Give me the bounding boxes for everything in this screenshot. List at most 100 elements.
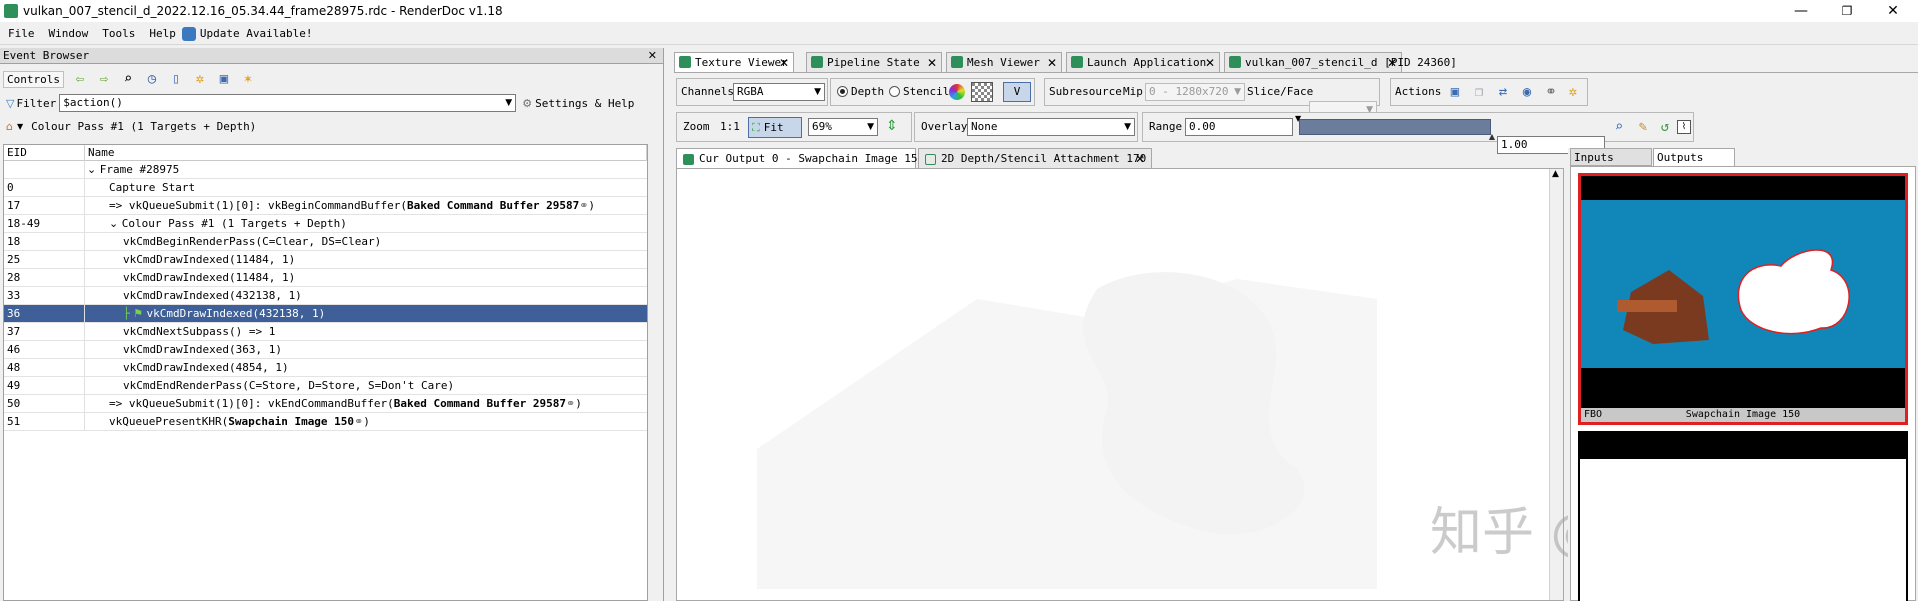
back-arrow-icon[interactable]: ⇦ [70, 69, 90, 89]
bookmark-icon[interactable]: ▯ [166, 69, 186, 89]
event-row[interactable]: 28 vkCmdDrawIndexed(11484, 1) [4, 269, 647, 287]
menu-file[interactable]: File [8, 27, 35, 40]
event-row[interactable]: 17 => vkQueueSubmit(1)[0]: vkBeginCommand… [4, 197, 647, 215]
stencil-radio[interactable] [889, 86, 900, 97]
close-tab-icon[interactable]: ✕ [779, 53, 789, 73]
resource-link[interactable]: Swapchain Image 150 [228, 415, 354, 428]
filter-input[interactable]: $action() ▼ [59, 94, 517, 112]
star-icon[interactable]: ✶ [238, 69, 258, 89]
settings-help-button[interactable]: Settings & Help [535, 97, 634, 110]
mip-select[interactable]: 0 - 1280x720 ▼ [1145, 83, 1245, 101]
event-tree[interactable]: EID Name ⌄ Frame #28975 0 Capture Start 17 =… [3, 144, 648, 601]
column-name[interactable]: Name [85, 145, 647, 161]
link-icon[interactable]: ⚭ [354, 415, 363, 428]
range-histogram-slider[interactable]: ▼ ▲ [1295, 114, 1495, 141]
find-binoculars-icon[interactable]: ⌕ [118, 69, 138, 89]
close-tab-icon[interactable]: ✕ [1047, 53, 1057, 73]
maximize-button[interactable]: ❐ [1824, 0, 1870, 22]
output-thumbnail[interactable]: FBO Swapchain Image 150 [1578, 173, 1908, 425]
subtab-depth-stencil[interactable]: 2D Depth/Stencil Attachment 170 ✕ [918, 148, 1152, 168]
close-tab-icon[interactable]: ✕ [1387, 53, 1397, 73]
event-row[interactable]: 51 vkQueuePresentKHR(Swapchain Image 150⚭… [4, 413, 647, 431]
tab-label: Mesh Viewer [967, 56, 1040, 69]
save-icon[interactable]: ▣ [214, 69, 234, 89]
zoom-select[interactable]: 69% ▼ [808, 118, 878, 136]
tab-texture-viewer[interactable]: Texture Viewer ✕ [674, 52, 794, 72]
tab-vulkan-007-stencil-d-pid-24360[interactable]: vulkan_007_stencil_d [PID 24360] ✕ [1224, 52, 1457, 73]
event-row[interactable]: 50 => vkQueueSubmit(1)[0]: vkEndCommandBu… [4, 395, 647, 413]
event-row[interactable]: 0 Capture Start [4, 179, 647, 197]
zoom-1to1-button[interactable]: 1:1 [720, 120, 740, 133]
event-name-text: vkCmdDrawIndexed(432138, 1) [146, 307, 326, 320]
settings-cog-icon[interactable]: ✲ [190, 69, 210, 89]
event-row[interactable]: ⌄ Frame #28975 [4, 161, 647, 179]
copy-icon[interactable]: ❐ [1469, 82, 1489, 102]
close-window-button[interactable]: ✕ [1870, 0, 1916, 22]
range-max-handle[interactable]: ▲ [1489, 132, 1495, 141]
save-texture-icon[interactable]: ▣ [1445, 82, 1465, 102]
event-name-text: => vkQueueSubmit(1)[0]: vkBeginCommandBu… [109, 199, 408, 212]
fit-button[interactable]: ⛶ Fit [748, 117, 802, 138]
view-icon[interactable]: ◉ [1517, 82, 1537, 102]
menu-window[interactable]: Window [49, 27, 89, 40]
home-icon[interactable]: ⌂ [6, 120, 13, 133]
event-row[interactable]: 46 vkCmdDrawIndexed(363, 1) [4, 341, 647, 359]
close-panel-icon[interactable]: ✕ [648, 48, 657, 64]
goto-location-icon[interactable]: ⇄ [1493, 82, 1513, 102]
inputs-tab[interactable]: Inputs [1570, 148, 1652, 166]
tab-mesh-viewer[interactable]: Mesh Viewer ✕ [946, 52, 1062, 72]
forward-arrow-icon[interactable]: ⇨ [94, 69, 114, 89]
event-name: vkCmdDrawIndexed(4854, 1) [85, 359, 647, 376]
menu-bar: File Window Tools Help Update Available! [0, 23, 1918, 45]
expand-chevron-icon[interactable]: ⌄ [109, 217, 122, 230]
v-flip-button[interactable]: V [1003, 82, 1031, 102]
overlay-select[interactable]: None ▼ [967, 118, 1135, 136]
reset-range-icon[interactable]: ↺ [1655, 117, 1675, 137]
resource-link[interactable]: Baked Command Buffer 29587 [394, 397, 566, 410]
breadcrumb-dropdown-icon[interactable]: ▼ [17, 122, 23, 131]
minimize-button[interactable]: — [1778, 0, 1824, 22]
event-row[interactable]: 18 vkCmdBeginRenderPass(C=Clear, DS=Clear… [4, 233, 647, 251]
link-icon[interactable]: ⚭ [1541, 82, 1561, 102]
close-subtab-icon[interactable]: ✕ [1135, 149, 1145, 169]
histogram-icon[interactable]: ⌇ [1677, 120, 1691, 134]
checkerboard-icon[interactable] [971, 82, 993, 102]
tab-launch-application[interactable]: Launch Application ✕ [1066, 52, 1220, 72]
close-tab-icon[interactable]: ✕ [927, 53, 937, 73]
menu-tools[interactable]: Tools [102, 27, 135, 40]
flip-vertical-icon[interactable]: ⇕ [886, 118, 898, 134]
expand-chevron-icon[interactable]: ⌄ [87, 163, 100, 176]
menu-update-available[interactable]: Update Available! [200, 27, 313, 40]
event-row[interactable]: 37 vkCmdNextSubpass() => 1 [4, 323, 647, 341]
event-row[interactable]: 49 vkCmdEndRenderPass(C=Store, D=Store, S… [4, 377, 647, 395]
options-cog-icon[interactable]: ✲ [1563, 82, 1583, 102]
menu-help[interactable]: Help [149, 27, 176, 40]
panel-splitter[interactable] [664, 48, 672, 601]
range-min-handle[interactable]: ▼ [1295, 114, 1301, 123]
event-row[interactable]: 48 vkCmdDrawIndexed(4854, 1) [4, 359, 647, 377]
channels-select[interactable]: RGBA ▼ [733, 83, 825, 101]
depth-radio[interactable] [837, 86, 848, 97]
event-row[interactable]: 18-49 ⌄ Colour Pass #1 (1 Targets + Depth… [4, 215, 647, 233]
tab-pipeline-state[interactable]: Pipeline State ✕ [806, 52, 942, 72]
event-row[interactable]: 36 ├ ⚑ vkCmdDrawIndexed(432138, 1) [4, 305, 647, 323]
event-eid: 28 [4, 269, 85, 286]
channels-label: Channels [681, 85, 734, 98]
depth-thumbnail[interactable] [1578, 431, 1908, 601]
auto-fit-wand-icon[interactable]: ✎ [1633, 117, 1653, 137]
timing-clock-icon[interactable]: ◷ [142, 69, 162, 89]
scroll-up-icon[interactable]: ▲ [1552, 169, 1559, 179]
zoom-range-icon[interactable]: ⌕ [1609, 117, 1629, 137]
event-row[interactable]: 33 vkCmdDrawIndexed(432138, 1) [4, 287, 647, 305]
resource-link[interactable]: Baked Command Buffer 29587 [407, 199, 579, 212]
color-wheel-icon[interactable] [949, 84, 965, 100]
outputs-tab[interactable]: Outputs [1653, 148, 1735, 167]
link-icon[interactable]: ⚭ [566, 397, 575, 410]
subtab-cur-output[interactable]: Cur Output 0 - Swapchain Image 150 [676, 148, 924, 168]
close-tab-icon[interactable]: ✕ [1205, 53, 1215, 73]
event-row[interactable]: 25 vkCmdDrawIndexed(11484, 1) [4, 251, 647, 269]
column-eid[interactable]: EID [4, 145, 85, 161]
range-min-input[interactable]: 0.00 [1185, 118, 1293, 136]
breadcrumb-label[interactable]: Colour Pass #1 (1 Targets + Depth) [31, 120, 256, 133]
settings-gear-icon[interactable]: ⚙ [522, 97, 532, 110]
